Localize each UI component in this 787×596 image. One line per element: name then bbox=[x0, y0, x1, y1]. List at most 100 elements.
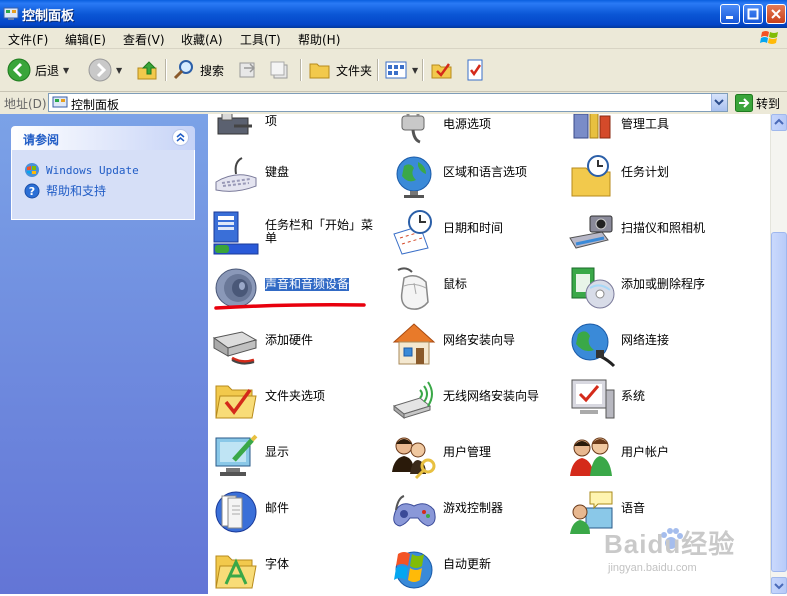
item-date-time[interactable]: 日期和时间 bbox=[386, 206, 564, 258]
baidu-watermark: Baidu经验 jingyan.baidu.com bbox=[604, 520, 754, 590]
up-folder-button[interactable] bbox=[136, 57, 160, 83]
item-label: 自动更新 bbox=[443, 557, 492, 571]
folder-options-button[interactable] bbox=[430, 57, 454, 83]
document-check-icon bbox=[467, 59, 483, 81]
menu-help[interactable]: 帮助(H) bbox=[298, 31, 340, 48]
item-user-accounts[interactable]: 用户帐户 bbox=[564, 430, 742, 482]
properties-button[interactable] bbox=[463, 57, 487, 83]
item-automatic-updates[interactable]: 自动更新 bbox=[386, 542, 564, 594]
collapse-button[interactable] bbox=[172, 129, 189, 146]
scroll-up-button[interactable] bbox=[771, 114, 787, 131]
menu-favorites[interactable]: 收藏(A) bbox=[181, 31, 223, 48]
item-label: 显示 bbox=[265, 445, 290, 459]
address-bar: 地址(D) 控制面板 转到 bbox=[0, 92, 787, 114]
folder-icon bbox=[309, 63, 330, 79]
add-remove-programs-icon bbox=[571, 267, 615, 309]
windows-update-link[interactable]: Windows Update bbox=[24, 162, 139, 178]
users-key-icon bbox=[392, 437, 436, 480]
chevron-down-icon[interactable]: ▼ bbox=[116, 66, 122, 75]
address-value: 控制面板 bbox=[71, 98, 120, 112]
item-display[interactable]: 显示 bbox=[208, 430, 386, 482]
item-fonts[interactable]: 字体 bbox=[208, 542, 386, 594]
scanner-camera-icon bbox=[569, 215, 613, 249]
watermark-url: jingyan.baidu.com bbox=[608, 562, 697, 574]
item-taskbar-start-menu[interactable]: 任务栏和「开始」菜单 bbox=[208, 206, 386, 258]
maximize-icon bbox=[747, 8, 759, 20]
address-field[interactable]: 控制面板 bbox=[48, 93, 728, 112]
item-system[interactable]: 系统 bbox=[564, 374, 742, 426]
go-arrow-icon bbox=[735, 94, 753, 112]
menu-file[interactable]: 文件(F) bbox=[8, 31, 48, 48]
system-monitor-icon bbox=[571, 379, 615, 419]
item-user-management[interactable]: 用户管理 bbox=[386, 430, 564, 482]
item-scheduled-tasks[interactable]: 任务计划 bbox=[564, 150, 742, 202]
item-network-setup-wizard[interactable]: 网络安装向导 bbox=[386, 318, 564, 370]
close-button[interactable] bbox=[766, 4, 786, 24]
windows-update-icon bbox=[394, 551, 433, 589]
forward-button[interactable]: ▼ bbox=[88, 57, 122, 83]
item-add-remove-programs[interactable]: 添加或删除程序 bbox=[564, 262, 742, 314]
address-dropdown-button[interactable] bbox=[711, 94, 727, 111]
item-network-connections[interactable]: 网络连接 bbox=[564, 318, 742, 370]
search-label: 搜索 bbox=[200, 63, 225, 78]
control-panel-icon bbox=[52, 96, 68, 108]
search-icon bbox=[173, 60, 193, 80]
go-button[interactable]: 转到 bbox=[735, 94, 780, 112]
item-add-hardware[interactable]: 添加硬件 bbox=[208, 318, 386, 370]
fonts-folder-icon bbox=[215, 555, 257, 589]
phone-modem-icon bbox=[217, 114, 252, 135]
windows-update-icon bbox=[25, 163, 39, 177]
title-bar[interactable]: 控制面板 bbox=[0, 0, 787, 28]
item-mail[interactable]: 邮件 bbox=[208, 486, 386, 538]
chevron-down-icon[interactable]: ▼ bbox=[63, 66, 69, 75]
folders-button[interactable]: 文件夹 bbox=[308, 57, 372, 83]
display-icon bbox=[215, 434, 258, 476]
back-button[interactable]: 后退 ▼ bbox=[7, 57, 69, 83]
menu-bar: 文件(F) 编辑(E) 查看(V) 收藏(A) 工具(T) 帮助(H) bbox=[0, 28, 787, 49]
item-label: 声音和音频设备 bbox=[265, 277, 350, 291]
item-wireless-network-wizard[interactable]: 无线网络安装向导 bbox=[386, 374, 564, 426]
folder-check-icon bbox=[431, 63, 452, 79]
item-label: 网络安装向导 bbox=[443, 333, 516, 347]
see-also-panel: 请参阅 Windows Update ? 帮助和支持 bbox=[11, 126, 195, 222]
see-also-header[interactable]: 请参阅 bbox=[11, 126, 195, 150]
close-icon bbox=[771, 9, 781, 19]
scroll-thumb[interactable] bbox=[771, 232, 787, 572]
item-keyboard[interactable]: 键盘 bbox=[208, 150, 386, 202]
help-icon: ? bbox=[24, 183, 40, 198]
menu-view[interactable]: 查看(V) bbox=[123, 31, 165, 48]
move-to-button[interactable] bbox=[236, 57, 260, 83]
menu-edit[interactable]: 编辑(E) bbox=[65, 31, 106, 48]
search-button[interactable]: 搜索 bbox=[172, 57, 224, 83]
gamepad-icon bbox=[393, 495, 436, 527]
go-label: 转到 bbox=[756, 96, 781, 111]
item-phone-modem[interactable]: 电话和调制解调器选项 bbox=[208, 114, 386, 146]
copy-to-button[interactable] bbox=[268, 57, 292, 83]
item-region-language[interactable]: 区域和语言选项 bbox=[386, 150, 564, 202]
item-game-controllers[interactable]: 游戏控制器 bbox=[386, 486, 564, 538]
vertical-scrollbar[interactable] bbox=[770, 114, 787, 594]
menu-tools[interactable]: 工具(T) bbox=[240, 31, 281, 48]
admin-tools-icon bbox=[573, 114, 611, 139]
item-label: 区域和语言选项 bbox=[443, 165, 528, 179]
item-folder-options[interactable]: 文件夹选项 bbox=[208, 374, 386, 426]
item-label: 无线网络安装向导 bbox=[443, 389, 540, 403]
back-arrow-icon bbox=[7, 58, 31, 82]
taskbar-icon bbox=[213, 211, 259, 255]
chevron-down-icon bbox=[714, 99, 724, 106]
minimize-button[interactable] bbox=[720, 4, 740, 24]
chevron-down-icon[interactable]: ▼ bbox=[412, 66, 418, 75]
item-label: 网络连接 bbox=[621, 333, 670, 347]
views-button[interactable]: ▼ bbox=[384, 57, 418, 83]
scheduled-tasks-icon bbox=[571, 155, 611, 197]
item-scanner-camera[interactable]: 扫描仪和照相机 bbox=[564, 206, 742, 258]
maximize-button[interactable] bbox=[743, 4, 763, 24]
scroll-down-button[interactable] bbox=[771, 577, 787, 594]
network-home-icon bbox=[392, 323, 436, 365]
item-power-options[interactable]: 电源选项 bbox=[386, 114, 564, 146]
item-mouse[interactable]: 鼠标 bbox=[386, 262, 564, 314]
item-admin-tools[interactable]: 管理工具 bbox=[564, 114, 742, 146]
item-label: 系统 bbox=[621, 389, 646, 403]
help-support-link[interactable]: ? 帮助和支持 bbox=[24, 182, 106, 199]
up-folder-icon bbox=[137, 61, 157, 80]
